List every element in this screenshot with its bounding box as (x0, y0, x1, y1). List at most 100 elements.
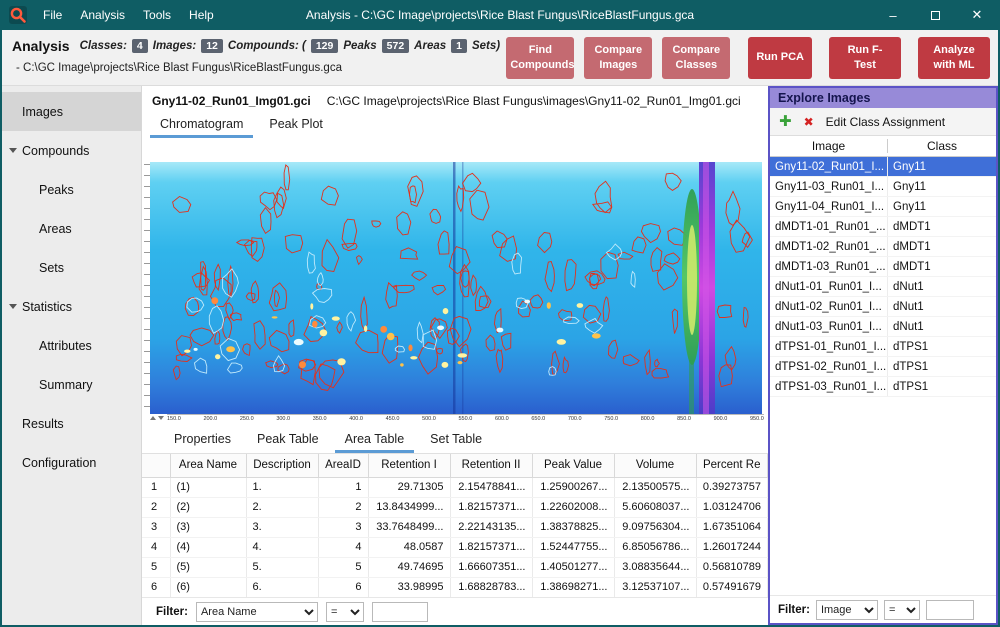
x-axis: 150.0200.0250.0300.0350.0400.0450.0500.0… (150, 414, 764, 427)
cell: 2. (246, 497, 318, 517)
sidebar-item-label: Attributes (39, 339, 92, 353)
run-f-test-button[interactable]: Run F-Test (829, 37, 901, 79)
tab-properties[interactable]: Properties (164, 428, 241, 453)
menu-analysis[interactable]: Analysis (71, 0, 134, 30)
table-row[interactable]: 6(6)6.633.989951.68828783...1.38698271..… (142, 577, 768, 597)
sidebar-item-sets[interactable]: Sets (2, 248, 141, 287)
menu-file[interactable]: File (34, 0, 71, 30)
image-row[interactable]: Gny11-04_Run01_I...Gny11 (770, 197, 996, 217)
document-header: Gny11-02_Run01_Img01.gciC:\GC Image\proj… (142, 86, 768, 112)
stats-text: Compounds: ( (228, 40, 306, 52)
image-row[interactable]: dTPS1-03_Run01_I...dTPS1 (770, 377, 996, 397)
column-header-peak-value[interactable]: Peak Value (532, 454, 614, 477)
minimize-button[interactable]: – (872, 0, 914, 30)
table-row[interactable]: 2(2)2.213.8434999...1.82157371...1.22602… (142, 497, 768, 517)
image-column-header[interactable]: Image (770, 139, 888, 153)
main-filter-field-select[interactable]: Area Name (196, 602, 318, 622)
sidebar-item-areas[interactable]: Areas (2, 209, 141, 248)
compare-images-button[interactable]: Compare Images (584, 37, 652, 79)
sidebar-item-results[interactable]: Results (2, 404, 141, 443)
explore-filter-field-select[interactable]: Image (816, 600, 878, 620)
explore-filter-value-input[interactable] (926, 600, 974, 620)
image-name-cell: Gny11-02_Run01_I... (770, 157, 888, 176)
close-button[interactable]: ✕ (956, 0, 998, 30)
images-table-body: Gny11-02_Run01_I...Gny11Gny11-03_Run01_I… (770, 157, 996, 397)
column-header-area-name[interactable]: Area Name (170, 454, 246, 477)
image-row[interactable]: Gny11-03_Run01_I...Gny11 (770, 177, 996, 197)
table-row[interactable]: 5(5)5.549.746951.66607351...1.40501277..… (142, 557, 768, 577)
sidebar-item-peaks[interactable]: Peaks (2, 170, 141, 209)
hot-spot (299, 361, 306, 368)
delete-image-icon[interactable]: ✖ (804, 116, 814, 128)
axis-tick-label: 150.0 (167, 416, 181, 422)
class-cell: dNut1 (888, 301, 996, 313)
explore-filter-op-select[interactable]: = (884, 600, 920, 620)
tab-peak-plot[interactable]: Peak Plot (259, 113, 333, 138)
red-buttons: Run PCA Run F-Test Analyze with ML (748, 37, 990, 79)
column-header-description[interactable]: Description (246, 454, 318, 477)
cell: 29.71305 (368, 477, 450, 497)
class-cell: dTPS1 (888, 341, 996, 353)
sidebar-item-compounds[interactable]: Compounds (2, 131, 141, 170)
image-row[interactable]: dNut1-02_Run01_I...dNut1 (770, 297, 996, 317)
image-row[interactable]: dTPS1-01_Run01_I...dTPS1 (770, 337, 996, 357)
tab-chromatogram[interactable]: Chromatogram (150, 113, 253, 138)
axis-tick-label: 800.0 (641, 416, 655, 422)
column-header-retention-ii[interactable]: Retention II (450, 454, 532, 477)
image-row[interactable]: dMDT1-02_Run01_...dMDT1 (770, 237, 996, 257)
image-name-cell: dNut1-02_Run01_I... (770, 297, 888, 316)
menu-tools[interactable]: Tools (134, 0, 180, 30)
sidebar-item-summary[interactable]: Summary (2, 365, 141, 404)
table-row[interactable]: 3(3)3.333.7648499...2.22143135...1.38378… (142, 517, 768, 537)
app-window: FileAnalysisToolsHelp Analysis - C:\GC I… (0, 0, 1000, 627)
sidebar-item-statistics[interactable]: Statistics (2, 287, 141, 326)
axis-tick-label: 500.0 (422, 416, 436, 422)
column-header-volume[interactable]: Volume (614, 454, 696, 477)
table-row[interactable]: 4(4)4.448.05871.82157371...1.52447755...… (142, 537, 768, 557)
cell: 3.12537107... (614, 577, 696, 597)
sidebar-item-images[interactable]: Images (2, 92, 141, 131)
image-row[interactable]: dNut1-03_Run01_I...dNut1 (770, 317, 996, 337)
tab-set-table[interactable]: Set Table (420, 428, 492, 453)
column-header-areaid[interactable]: AreaID (318, 454, 368, 477)
axis-scroll-up-icon[interactable] (150, 416, 156, 420)
axis-scroll-down-icon[interactable] (158, 416, 164, 420)
area-table: Area NameDescriptionAreaIDRetention IRet… (142, 454, 768, 597)
compare-classes-button[interactable]: Compare Classes (662, 37, 730, 79)
sidebar-item-attributes[interactable]: Attributes (2, 326, 141, 365)
image-row[interactable]: dMDT1-01_Run01_...dMDT1 (770, 217, 996, 237)
image-row[interactable]: dMDT1-03_Run01_...dMDT1 (770, 257, 996, 277)
chromatogram-plot[interactable] (150, 162, 762, 414)
find-compounds-button[interactable]: Find Compounds (506, 37, 574, 79)
cell: 1.67351064 (696, 517, 768, 537)
main-filter-op-select[interactable]: = (326, 602, 364, 622)
tab-area-table[interactable]: Area Table (335, 428, 415, 453)
hot-spot (272, 316, 278, 318)
hot-spot (337, 358, 345, 365)
image-name-cell: Gny11-04_Run01_I... (770, 197, 888, 216)
column-header-percent-re[interactable]: Percent Re (696, 454, 768, 477)
sidebar-item-configuration[interactable]: Configuration (2, 443, 141, 482)
menu-help[interactable]: Help (180, 0, 223, 30)
run-pca-button[interactable]: Run PCA (748, 37, 812, 79)
stats-text: Images: (153, 40, 196, 52)
image-row[interactable]: dTPS1-02_Run01_I...dTPS1 (770, 357, 996, 377)
area-table-wrap: Area NameDescriptionAreaIDRetention IRet… (142, 453, 768, 597)
cell: 48.0587 (368, 537, 450, 557)
page-title: Analysis (12, 38, 70, 54)
image-row[interactable]: dNut1-01_Run01_I...dNut1 (770, 277, 996, 297)
cell: 5. (246, 557, 318, 577)
hot-spot (524, 300, 530, 304)
add-image-icon[interactable]: ✚ (779, 114, 792, 129)
tab-peak-table[interactable]: Peak Table (247, 428, 329, 453)
table-row[interactable]: 1(1)1.129.713052.15478841...1.25900267..… (142, 477, 768, 497)
main-filter-value-input[interactable] (372, 602, 428, 622)
column-header-retention-i[interactable]: Retention I (368, 454, 450, 477)
edit-class-assignment-button[interactable]: Edit Class Assignment (826, 115, 945, 129)
analyze-with-ml-button[interactable]: Analyze with ML (918, 37, 990, 79)
cell: 4 (142, 537, 170, 557)
cell: (3) (170, 517, 246, 537)
maximize-button[interactable] (914, 0, 956, 30)
image-row[interactable]: Gny11-02_Run01_I...Gny11 (770, 157, 996, 177)
class-column-header[interactable]: Class (888, 139, 996, 153)
